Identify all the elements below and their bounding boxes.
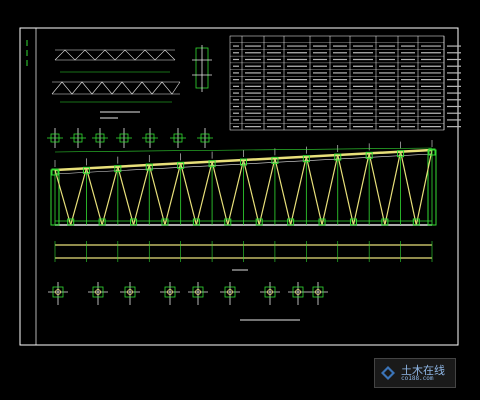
lower-detail-nodes: [48, 282, 328, 305]
cad-drawing-sheet: [19, 27, 461, 346]
drawing-frame: [19, 27, 459, 346]
main-truss-elevation: [50, 140, 437, 262]
watermark-title: 土木在线: [401, 363, 445, 377]
material-table: [229, 35, 461, 131]
column-section-detail: [192, 45, 212, 92]
watermark-badge: 土木在线 co188.com: [374, 358, 456, 388]
watermark-subtitle: co188.com: [401, 374, 434, 382]
note-text-lines: [100, 111, 140, 119]
small-truss-view-2: [51, 81, 181, 103]
small-truss-view-1: [54, 49, 176, 73]
watermark-logo-icon: [381, 366, 395, 380]
upper-detail-nodes: [47, 128, 213, 148]
